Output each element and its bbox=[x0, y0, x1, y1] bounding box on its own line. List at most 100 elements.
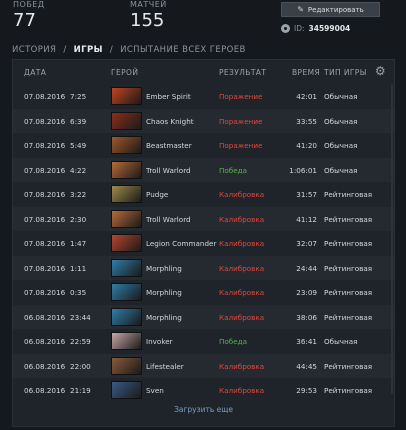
match-type: Обычная bbox=[324, 141, 358, 150]
breadcrumb-separator: / bbox=[109, 45, 114, 55]
hero-portrait bbox=[111, 332, 142, 350]
wins-stat: ПОБЕД 77 bbox=[13, 0, 45, 31]
match-clock: 22:59 bbox=[70, 337, 91, 346]
breadcrumb-trial[interactable]: ИСПЫТАНИЕ ВСЕХ ГЕРОЕВ bbox=[120, 45, 246, 55]
wins-value: 77 bbox=[13, 10, 36, 31]
hero-portrait bbox=[111, 307, 142, 326]
match-duration: 23:09 bbox=[296, 288, 317, 297]
match-type: Рейтинговая bbox=[324, 361, 373, 371]
edit-profile-button[interactable]: ✎ Редактировать bbox=[281, 2, 380, 17]
match-result: Поражение bbox=[219, 92, 263, 101]
match-result: Калибровка bbox=[219, 312, 265, 322]
match-type: Обычная bbox=[324, 116, 358, 126]
hero-portrait bbox=[111, 234, 142, 252]
hero-portrait bbox=[111, 381, 142, 399]
hero-name: Morphling bbox=[146, 312, 182, 322]
match-date: 07.08.2016 bbox=[24, 288, 66, 297]
table-row[interactable]: 06.08.2016 22:59 Invoker Победа 36:41 Обычная bbox=[13, 329, 394, 354]
match-clock: 1:11 bbox=[70, 263, 87, 273]
hero-name: Troll Warlord bbox=[146, 214, 191, 224]
edit-profile-label: Редактировать bbox=[307, 5, 364, 14]
breadcrumb-games[interactable]: ИГРЫ bbox=[74, 45, 103, 55]
match-date: 06.08.2016 bbox=[24, 337, 66, 346]
match-result: Калибровка bbox=[219, 190, 265, 199]
header-time[interactable]: ВРЕМЯ bbox=[292, 68, 320, 77]
hero-name: Ember Spirit bbox=[146, 92, 191, 101]
match-result: Поражение bbox=[219, 141, 263, 150]
hero-name: Pudge bbox=[146, 190, 169, 199]
match-date: 07.08.2016 bbox=[24, 165, 66, 175]
match-duration: 44:45 bbox=[296, 361, 317, 371]
table-row[interactable]: 07.08.2016 1:47 Legion Commander Калибровка… bbox=[13, 231, 394, 256]
match-clock: 5:49 bbox=[70, 141, 87, 150]
table-row[interactable]: 07.08.2016 1:11 Morphling Калибровка 24:44 Ре… bbox=[13, 255, 394, 280]
breadcrumb: ИСТОРИЯ / ИГРЫ / ИСПЫТАНИЕ ВСЕХ ГЕРОЕВ bbox=[12, 45, 246, 55]
match-type: Рейтинговая bbox=[324, 214, 373, 224]
table-row[interactable]: 07.08.2016 6:39 Chaos Knight Поражение 33:55… bbox=[13, 108, 394, 133]
breadcrumb-history[interactable]: ИСТОРИЯ bbox=[12, 45, 56, 55]
match-date: 07.08.2016 bbox=[24, 263, 66, 273]
hero-portrait bbox=[111, 87, 142, 105]
steam-icon bbox=[281, 24, 290, 33]
match-type: Рейтинговая bbox=[324, 386, 373, 395]
match-type: Рейтинговая bbox=[324, 190, 373, 199]
header-type[interactable]: ТИП ИГРЫ bbox=[324, 68, 367, 77]
match-duration: 42:01 bbox=[296, 92, 317, 101]
load-more-link[interactable]: Загрузить еще bbox=[13, 405, 394, 414]
match-clock: 6:39 bbox=[70, 116, 87, 126]
match-result: Калибровка bbox=[219, 214, 265, 224]
wins-label: ПОБЕД bbox=[13, 0, 45, 9]
match-duration: 31:57 bbox=[296, 190, 317, 199]
header-date[interactable]: ДАТА bbox=[24, 68, 46, 77]
match-clock: 4:22 bbox=[70, 165, 87, 175]
match-list: 07.08.2016 7:25 Ember Spirit Поражение 42:01… bbox=[13, 84, 394, 403]
table-row[interactable]: 06.08.2016 22:00 Lifestealer Калибровка 44:4… bbox=[13, 353, 394, 378]
match-result: Калибровка bbox=[219, 239, 265, 248]
match-result: Калибровка bbox=[219, 263, 265, 273]
table-header: ДАТА ГЕРОЙ РЕЗУЛЬТАТ ВРЕМЯ ТИП ИГРЫ ⚙ bbox=[13, 60, 394, 82]
scrollbar[interactable] bbox=[391, 84, 393, 394]
match-clock: 1:47 bbox=[70, 239, 87, 248]
match-duration: 24:44 bbox=[296, 263, 317, 273]
table-row[interactable]: 06.08.2016 21:19 Sven Калибровка 29:53 Рейтин… bbox=[13, 378, 394, 403]
matches-value: 155 bbox=[130, 10, 165, 31]
matches-stat: МАТЧЕЙ 155 bbox=[130, 0, 167, 31]
match-type: Обычная bbox=[324, 92, 358, 101]
match-duration: 38:06 bbox=[296, 312, 317, 322]
id-label: ID: bbox=[294, 24, 305, 33]
match-type: Рейтинговая bbox=[324, 239, 373, 248]
table-row[interactable]: 07.08.2016 0:35 Morphling Калибровка 23:09 Ре… bbox=[13, 280, 394, 305]
match-clock: 22:00 bbox=[70, 361, 91, 371]
table-row[interactable]: 07.08.2016 3:22 Pudge Калибровка 31:57 Рейтин… bbox=[13, 182, 394, 207]
matches-label: МАТЧЕЙ bbox=[130, 0, 167, 9]
match-date: 07.08.2016 bbox=[24, 190, 66, 199]
table-row[interactable]: 07.08.2016 4:22 Troll Warlord Победа 1:06:01… bbox=[13, 157, 394, 182]
hero-portrait bbox=[111, 258, 142, 277]
match-clock: 23:44 bbox=[70, 312, 91, 322]
header-hero[interactable]: ГЕРОЙ bbox=[111, 68, 138, 77]
hero-portrait bbox=[111, 111, 142, 130]
match-type: Обычная bbox=[324, 337, 358, 346]
match-type: Обычная bbox=[324, 165, 358, 175]
gear-icon[interactable]: ⚙ bbox=[375, 64, 386, 78]
match-duration: 1:06:01 bbox=[289, 165, 317, 175]
match-date: 06.08.2016 bbox=[24, 386, 66, 395]
match-duration: 32:07 bbox=[296, 239, 317, 248]
table-row[interactable]: 06.08.2016 23:44 Morphling Калибровка 38:06 Р… bbox=[13, 304, 394, 329]
hero-portrait bbox=[111, 160, 142, 179]
hero-name: Chaos Knight bbox=[146, 116, 194, 126]
match-result: Калибровка bbox=[219, 288, 265, 297]
table-row[interactable]: 07.08.2016 7:25 Ember Spirit Поражение 42:01… bbox=[13, 84, 394, 109]
pencil-icon: ✎ bbox=[297, 5, 304, 14]
hero-portrait bbox=[111, 283, 142, 301]
match-date: 07.08.2016 bbox=[24, 92, 66, 101]
match-result: Поражение bbox=[219, 116, 263, 126]
table-row[interactable]: 07.08.2016 5:49 Beastmaster Поражение 41:20 О… bbox=[13, 133, 394, 158]
match-clock: 21:19 bbox=[70, 386, 91, 395]
hero-portrait bbox=[111, 209, 142, 228]
header-result[interactable]: РЕЗУЛЬТАТ bbox=[219, 68, 266, 77]
match-result: Калибровка bbox=[219, 361, 265, 371]
match-clock: 2:30 bbox=[70, 214, 87, 224]
table-row[interactable]: 07.08.2016 2:30 Troll Warlord Калибровка 41:… bbox=[13, 206, 394, 231]
hero-name: Morphling bbox=[146, 288, 182, 297]
